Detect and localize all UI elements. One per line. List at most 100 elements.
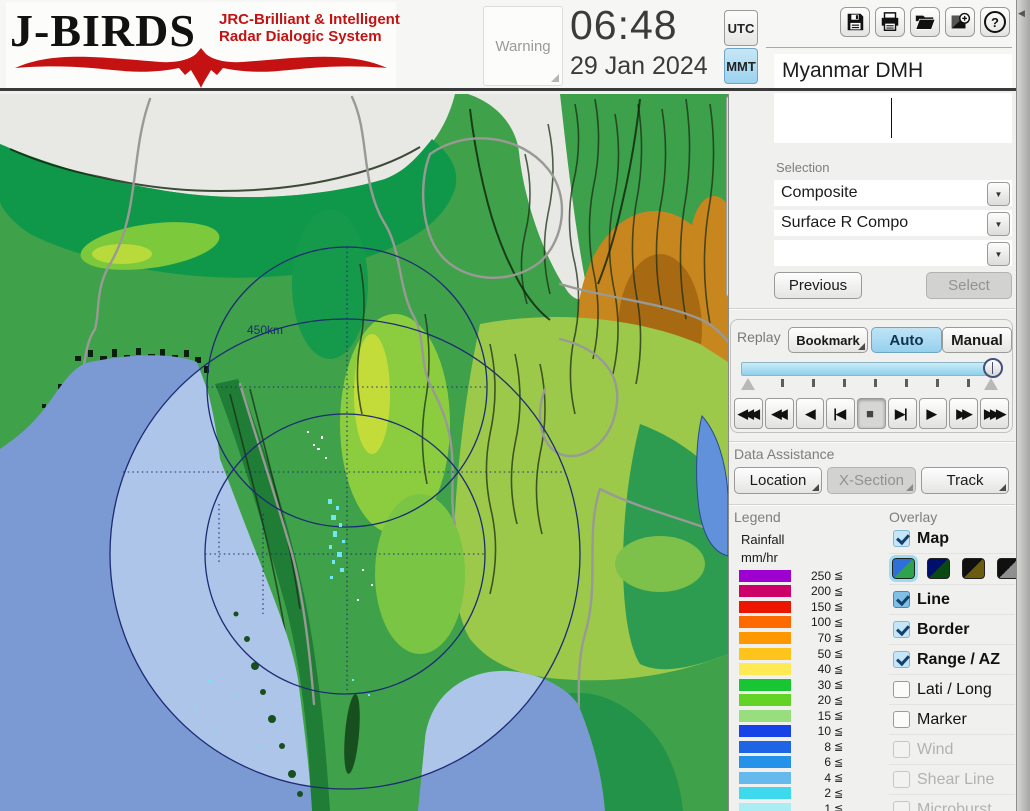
- overlay-item-line[interactable]: Line: [889, 585, 1015, 615]
- site-name-display: Myanmar DMH: [774, 54, 1012, 88]
- legend-swatch: [739, 569, 791, 582]
- product-type-dropdown[interactable]: Surface R Compo ▼: [774, 210, 1012, 236]
- collapse-arrow-icon: ◀: [1018, 8, 1025, 18]
- fast-forward-button[interactable]: ▶▶: [949, 398, 979, 429]
- play-backward-button[interactable]: ◀: [795, 398, 825, 429]
- legend-row: 15 ≦: [739, 708, 857, 724]
- overlay-item-border[interactable]: Border: [889, 615, 1015, 645]
- capture-add-button[interactable]: [945, 7, 975, 37]
- map-style-swatch[interactable]: [962, 558, 985, 579]
- panel-collapse-strip[interactable]: ◀: [1016, 0, 1030, 811]
- chevron-down-icon[interactable]: ▼: [987, 182, 1010, 206]
- play-button[interactable]: ▶: [918, 398, 948, 429]
- utc-toggle-button[interactable]: UTC: [724, 10, 758, 46]
- replay-group: Replay Bookmark Auto Manual ◀◀◀ ◀◀ ◀ |◀ …: [730, 319, 1013, 433]
- warning-label: Warning: [495, 37, 551, 55]
- legend-row: 8 ≦: [739, 739, 857, 755]
- product-category-dropdown[interactable]: Composite ▼: [774, 180, 1012, 206]
- legend-unit-line1: Rainfall: [741, 532, 785, 547]
- map-style-swatch[interactable]: [927, 558, 950, 579]
- map-canvas[interactable]: 450km: [0, 94, 729, 811]
- legend-unit-line2: mm/hr: [741, 550, 778, 565]
- chevron-down-icon[interactable]: ▼: [987, 212, 1010, 236]
- legend-row: 40 ≦: [739, 661, 857, 677]
- legend-swatch: [739, 771, 791, 784]
- legend-row: 30 ≦: [739, 677, 857, 693]
- location-label: Location: [749, 472, 807, 489]
- print-icon: [881, 12, 899, 31]
- legend-swatch: [739, 787, 791, 800]
- capture-add-icon: [951, 12, 971, 29]
- overlay-item-marker[interactable]: Marker: [889, 705, 1015, 735]
- stop-button[interactable]: ■: [857, 398, 886, 429]
- auto-label: Auto: [889, 331, 924, 349]
- location-button[interactable]: Location: [734, 467, 822, 494]
- mmt-toggle-button[interactable]: MMT: [724, 48, 758, 84]
- check-icon: [896, 591, 910, 607]
- print-button[interactable]: [875, 7, 905, 37]
- bookmark-label: Bookmark: [796, 332, 860, 348]
- auto-mode-button[interactable]: Auto: [871, 327, 942, 353]
- line-checkbox[interactable]: [893, 591, 910, 608]
- legend-row: 150 ≦: [739, 599, 857, 615]
- overlay-label: Overlay: [889, 509, 938, 525]
- previous-label: Previous: [788, 277, 848, 294]
- map-style-swatch[interactable]: [889, 555, 918, 582]
- map-viewport[interactable]: 450km: [0, 94, 729, 811]
- utc-label: UTC: [727, 20, 755, 36]
- map-checkbox[interactable]: [893, 530, 910, 547]
- legend-row: 50 ≦: [739, 646, 857, 662]
- slider-end-marker[interactable]: [984, 378, 998, 390]
- header-divider: [766, 47, 1012, 48]
- range-ring-label: 450km: [247, 323, 283, 337]
- overlay-item-lati-long[interactable]: Lati / Long: [889, 675, 1015, 705]
- chevron-down-icon[interactable]: ▼: [987, 242, 1010, 266]
- jbirds-app-window: J-BIRDS JRC-Brilliant & Intelligent Rada…: [0, 0, 1030, 811]
- open-folder-icon: [915, 15, 936, 30]
- logo-subtitle-line1: JRC-Brilliant & Intelligent: [219, 11, 400, 28]
- clock-time: 06:48: [570, 2, 678, 48]
- step-back-button[interactable]: |◀: [826, 398, 856, 429]
- legend-swatch: [739, 725, 791, 738]
- shear-line-checkbox: [893, 771, 910, 788]
- legend-swatch: [739, 600, 791, 613]
- product-option-dropdown[interactable]: ▼: [774, 240, 1012, 266]
- step-forward-button[interactable]: ▶|: [887, 398, 917, 429]
- fast-rewind-button[interactable]: ◀◀: [764, 398, 794, 429]
- overlay-list: Map Line Border Range / AZ Lati / Long M…: [889, 524, 1020, 811]
- replay-timeline-slider[interactable]: [741, 358, 1003, 378]
- manual-mode-button[interactable]: Manual: [942, 327, 1012, 353]
- warning-button[interactable]: Warning: [483, 6, 563, 86]
- check-icon: [896, 621, 910, 637]
- overlay-item-range-az[interactable]: Range / AZ: [889, 645, 1015, 675]
- legend-row: 20 ≦: [739, 692, 857, 708]
- legend-swatch: [739, 694, 791, 707]
- border-checkbox[interactable]: [893, 621, 910, 638]
- legend-swatch: [739, 616, 791, 629]
- control-panel: Myanmar DMH Selection Composite ▼ Surfac…: [728, 54, 1020, 811]
- help-button[interactable]: ?: [980, 7, 1010, 37]
- select-button[interactable]: Select: [926, 272, 1012, 299]
- bookmark-button[interactable]: Bookmark: [788, 327, 868, 353]
- jump-end-button[interactable]: ▶▶▶: [980, 398, 1010, 429]
- overlay-item-wind: Wind: [889, 735, 1015, 765]
- eagle-icon: [15, 48, 387, 88]
- previous-button[interactable]: Previous: [774, 272, 862, 299]
- track-button[interactable]: Track: [921, 467, 1009, 494]
- lati-long-checkbox[interactable]: [893, 681, 910, 698]
- marker-checkbox[interactable]: [893, 711, 910, 728]
- product-type-value: Surface R Compo: [781, 214, 909, 231]
- slider-start-marker[interactable]: [741, 378, 755, 390]
- range-az-checkbox[interactable]: [893, 651, 910, 668]
- open-file-button[interactable]: [910, 7, 940, 37]
- x-section-button[interactable]: X-Section: [827, 467, 916, 494]
- overlay-item-map[interactable]: Map: [889, 524, 1015, 554]
- section-divider: [729, 441, 1015, 442]
- jbirds-logo: J-BIRDS JRC-Brilliant & Intelligent Rada…: [6, 2, 400, 88]
- jump-start-button[interactable]: ◀◀◀: [734, 398, 763, 429]
- save-button[interactable]: [840, 7, 870, 37]
- overlay-item-shear-line: Shear Line: [889, 765, 1015, 795]
- toolbar: ?: [840, 7, 1010, 37]
- replay-slider-thumb[interactable]: [983, 358, 1003, 378]
- map-style-swatches: [889, 554, 1020, 585]
